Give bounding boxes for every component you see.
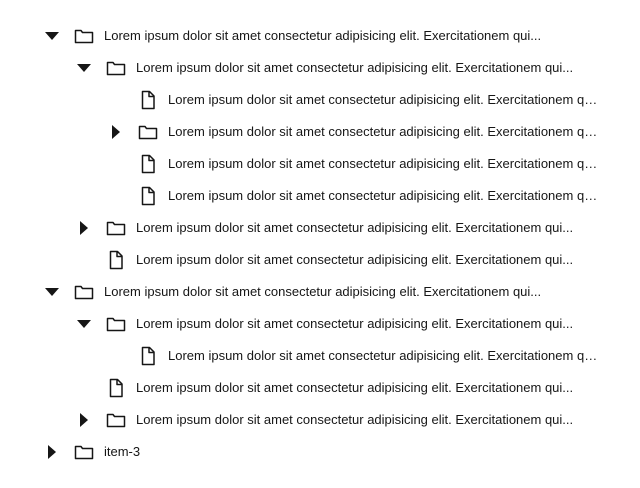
- tree-node-label: Lorem ipsum dolor sit amet consectetur a…: [168, 156, 598, 171]
- caret-right-icon[interactable]: [109, 125, 123, 139]
- tree-node-label: Lorem ipsum dolor sit amet consectetur a…: [168, 124, 598, 139]
- tree-node-folder[interactable]: Lorem ipsum dolor sit amet consectetur a…: [0, 276, 640, 308]
- caret-down-icon[interactable]: [77, 317, 91, 331]
- tree-node-label: Lorem ipsum dolor sit amet consectetur a…: [136, 220, 574, 235]
- tree-node-label: Lorem ipsum dolor sit amet consectetur a…: [104, 28, 542, 43]
- folder-icon: [106, 317, 126, 332]
- tree-view: Lorem ipsum dolor sit amet consectetur a…: [0, 0, 640, 488]
- file-icon: [141, 154, 155, 174]
- folder-icon: [74, 285, 94, 300]
- tree-node-label: Lorem ipsum dolor sit amet consectetur a…: [168, 348, 598, 363]
- tree-node-file[interactable]: Lorem ipsum dolor sit amet consectetur a…: [0, 180, 640, 212]
- tree-node-label: Lorem ipsum dolor sit amet consectetur a…: [136, 60, 574, 75]
- tree-node-file[interactable]: Lorem ipsum dolor sit amet consectetur a…: [0, 84, 640, 116]
- caret-down-icon[interactable]: [45, 29, 59, 43]
- tree-node-folder[interactable]: Lorem ipsum dolor sit amet consectetur a…: [0, 116, 640, 148]
- folder-icon: [74, 445, 94, 460]
- folder-icon: [74, 29, 94, 44]
- caret-right-icon[interactable]: [45, 445, 59, 459]
- caret-down-icon[interactable]: [45, 285, 59, 299]
- tree-node-folder[interactable]: Lorem ipsum dolor sit amet consectetur a…: [0, 308, 640, 340]
- folder-icon: [106, 221, 126, 236]
- tree-node-file[interactable]: Lorem ipsum dolor sit amet consectetur a…: [0, 340, 640, 372]
- file-icon: [141, 186, 155, 206]
- tree-node-label: item-3: [104, 444, 141, 459]
- tree-node-label: Lorem ipsum dolor sit amet consectetur a…: [104, 284, 542, 299]
- tree-node-file[interactable]: Lorem ipsum dolor sit amet consectetur a…: [0, 244, 640, 276]
- tree-node-label: Lorem ipsum dolor sit amet consectetur a…: [136, 380, 574, 395]
- caret-right-icon[interactable]: [77, 413, 91, 427]
- folder-icon: [106, 413, 126, 428]
- folder-icon: [138, 125, 158, 140]
- tree-node-label: Lorem ipsum dolor sit amet consectetur a…: [168, 92, 598, 107]
- tree-node-folder[interactable]: Lorem ipsum dolor sit amet consectetur a…: [0, 20, 640, 52]
- caret-right-icon[interactable]: [77, 221, 91, 235]
- file-icon: [109, 250, 123, 270]
- tree-node-folder[interactable]: Lorem ipsum dolor sit amet consectetur a…: [0, 52, 640, 84]
- tree-node-label: Lorem ipsum dolor sit amet consectetur a…: [168, 188, 598, 203]
- tree-node-folder[interactable]: item-3: [0, 436, 640, 468]
- tree-node-folder[interactable]: Lorem ipsum dolor sit amet consectetur a…: [0, 404, 640, 436]
- tree-node-file[interactable]: Lorem ipsum dolor sit amet consectetur a…: [0, 372, 640, 404]
- tree-node-file[interactable]: Lorem ipsum dolor sit amet consectetur a…: [0, 148, 640, 180]
- tree-node-label: Lorem ipsum dolor sit amet consectetur a…: [136, 252, 574, 267]
- folder-icon: [106, 61, 126, 76]
- tree-node-label: Lorem ipsum dolor sit amet consectetur a…: [136, 412, 574, 427]
- file-icon: [141, 346, 155, 366]
- caret-down-icon[interactable]: [77, 61, 91, 75]
- file-icon: [141, 90, 155, 110]
- tree-node-label: Lorem ipsum dolor sit amet consectetur a…: [136, 316, 574, 331]
- tree-node-folder[interactable]: Lorem ipsum dolor sit amet consectetur a…: [0, 212, 640, 244]
- file-icon: [109, 378, 123, 398]
